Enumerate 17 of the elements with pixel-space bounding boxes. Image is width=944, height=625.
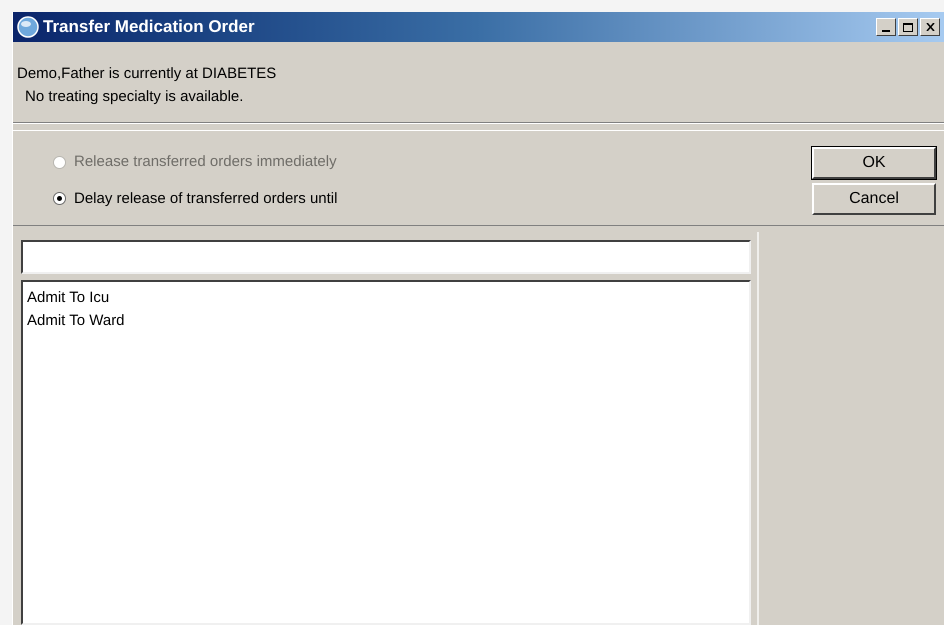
globe-icon (17, 16, 39, 38)
list-item[interactable]: Admit To Ward (27, 309, 125, 332)
radio-icon (53, 156, 66, 169)
patient-location-text: Demo,Father is currently at DIABETES (17, 64, 278, 84)
radio-icon (53, 192, 66, 206)
close-button[interactable] (920, 18, 940, 36)
specialty-text: No treating specialty is available. (24, 87, 244, 107)
close-icon (926, 23, 934, 31)
ok-button[interactable]: OK (812, 147, 936, 179)
radio-option[interactable]: Delay release of transferred orders until (53, 188, 812, 210)
cancel-button[interactable]: Cancel (812, 183, 936, 215)
minimize-button[interactable] (876, 18, 896, 36)
maximize-button[interactable] (898, 18, 918, 36)
search-field[interactable] (21, 240, 751, 274)
window-title: Transfer Medication Order (43, 16, 255, 38)
location-list[interactable]: Admit To Icu Admit To Ward (21, 280, 751, 625)
list-item[interactable]: Admit To Icu (27, 286, 110, 309)
